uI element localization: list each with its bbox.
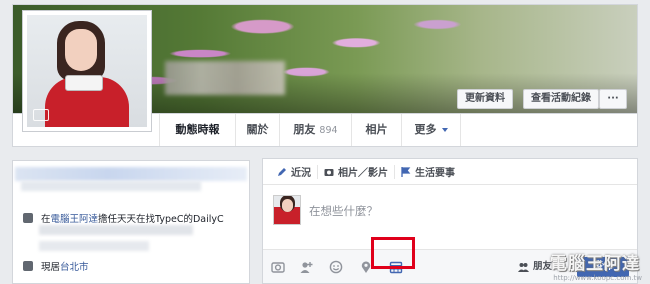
activity-log-button[interactable]: 查看活動紀錄: [523, 89, 599, 109]
profile-name-blurred: [165, 61, 285, 95]
tag-friends-icon[interactable]: [299, 260, 313, 274]
tab-more[interactable]: 更多: [401, 114, 461, 146]
more-options-button[interactable]: ···: [599, 89, 627, 109]
tab-photo-video[interactable]: 相片／影片: [318, 164, 395, 179]
intro-header-blurred: [15, 167, 247, 181]
highlight-box: [371, 237, 415, 269]
friends-icon: [517, 263, 529, 272]
update-info-button[interactable]: 更新資料: [457, 89, 513, 109]
pencil-icon: [278, 167, 286, 176]
friends-count: 894: [319, 125, 338, 136]
watermark-url: http://www.koopc.com.tw: [553, 274, 642, 282]
intro-card: 在電腦王阿達擔任天天在找TypeC的DailyC 現居台北市: [12, 160, 250, 284]
tab-friends[interactable]: 朋友 894: [279, 114, 351, 146]
camera-icon[interactable]: [33, 109, 49, 121]
composer-avatar: [273, 195, 301, 225]
camera-icon[interactable]: [271, 260, 285, 274]
tab-status[interactable]: 近況: [271, 164, 318, 179]
briefcase-icon: [23, 213, 33, 223]
location-link[interactable]: 台北市: [60, 262, 89, 273]
phone-prop: [65, 75, 103, 91]
profile-picture[interactable]: [22, 10, 152, 132]
home-icon: [23, 261, 33, 271]
watermark-logo: 電腦王阿達: [550, 254, 640, 274]
composer-input[interactable]: 在想些什麼？: [309, 203, 378, 219]
tab-photos[interactable]: 相片: [351, 114, 401, 146]
intro-location-row: 現居台北市: [23, 259, 89, 273]
composer-tabs: 近況 相片／影片 生活要事: [263, 159, 637, 185]
camera-icon: [324, 168, 334, 176]
flag-icon: [401, 166, 411, 177]
tab-timeline[interactable]: 動態時報: [159, 114, 235, 146]
smiley-icon[interactable]: [329, 260, 343, 274]
work-link[interactable]: 電腦王阿達: [51, 214, 99, 225]
intro-work-row: 在電腦王阿達擔任天天在找TypeC的DailyC: [23, 211, 224, 225]
tab-life-event[interactable]: 生活要事: [395, 165, 461, 179]
tab-about[interactable]: 關於: [235, 114, 279, 146]
chevron-down-icon: [441, 128, 448, 132]
